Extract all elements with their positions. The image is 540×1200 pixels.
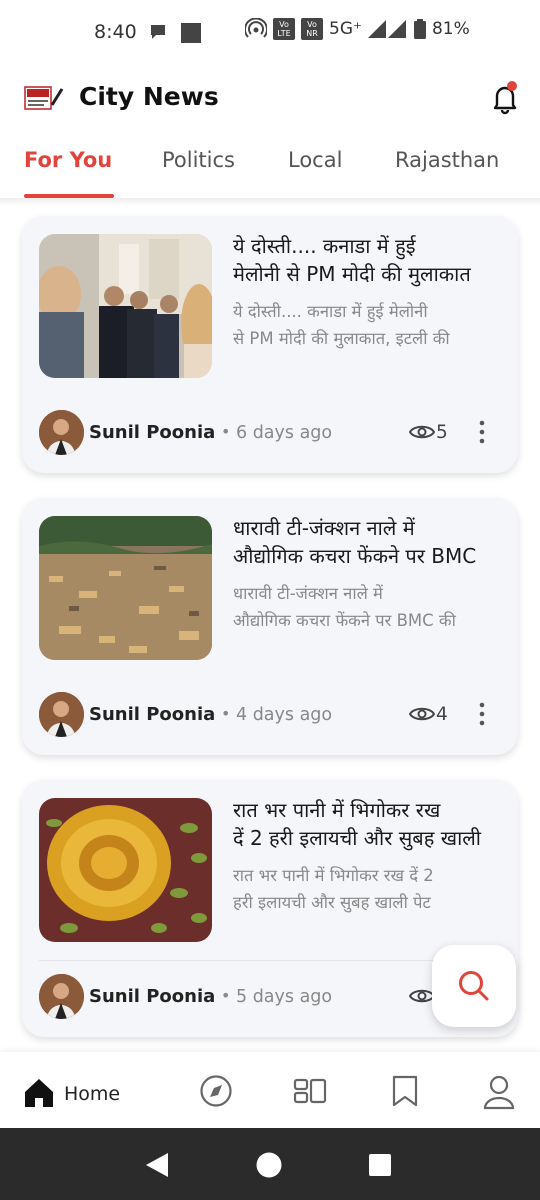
view-count: 4 [436,704,448,725]
meta-separator: • [221,986,231,1005]
categories-grid-icon[interactable] [293,1074,327,1108]
view-count: 5 [436,422,448,443]
nav-home[interactable]: Home [22,1074,142,1114]
publish-time: 5 days ago [236,987,333,1007]
publish-time: 4 days ago [236,705,333,725]
message-icon [151,25,165,39]
home-icon[interactable] [22,1076,56,1110]
article-summary: धारावी टी-जंक्शन नाले में औद्योगिक कचरा … [233,580,503,634]
bottom-navigation: Home [0,1052,540,1128]
tabs-shadow [0,198,540,206]
tab-for-you[interactable]: For You [24,148,112,172]
author-avatar[interactable] [39,974,84,1019]
home-circle-icon[interactable] [256,1152,282,1178]
tab-politics[interactable]: Politics [162,148,235,172]
meta-separator: • [221,704,231,723]
more-options-icon[interactable] [474,701,490,727]
recents-icon[interactable] [369,1154,391,1176]
author-avatar[interactable] [39,692,84,737]
headline-line[interactable]: औद्योगिक कचरा फेंकने पर BMC [233,542,503,570]
headline-line[interactable]: ये दोस्ती.... कनाडा में हुई [233,232,503,260]
eye-icon [409,425,435,439]
summary-line: ये दोस्ती.... कनाडा में हुई मेलोनी [233,302,428,321]
author-name[interactable]: Sunil Poonia [89,704,215,725]
signal-icon [367,20,406,38]
meta-separator: • [221,422,231,441]
notification-bell-icon[interactable] [487,80,523,116]
nav-home-label[interactable]: Home [64,1083,120,1105]
app-notification-icon [181,23,201,43]
search-fab[interactable] [432,945,516,1027]
eye-icon [409,707,435,721]
article-headline[interactable]: ये दोस्ती.... कनाडा में हुई मेलोनी से PM… [233,232,503,288]
publish-time: 6 days ago [236,423,333,443]
status-time: 8:40 [94,21,137,43]
battery-icon [413,19,426,39]
article-summary: रात भर पानी में भिगोकर रख दें 2 हरी इलाय… [233,862,503,916]
app-header: City News [0,68,540,130]
article-summary: ये दोस्ती.... कनाडा में हुई मेलोनी से PM… [233,298,503,352]
article-thumbnail[interactable] [39,516,212,660]
headline-line[interactable]: मेलोनी से PM मोदी की मुलाकात [233,260,503,288]
summary-line: धारावी टी-जंक्शन नाले में [233,584,383,603]
more-options-icon[interactable] [474,419,490,445]
city-news-logo [24,86,64,110]
back-icon[interactable] [144,1151,170,1179]
article-headline[interactable]: धारावी टी-जंक्शन नाले में औद्योगिक कचरा … [233,514,503,570]
article-card[interactable]: ये दोस्ती.... कनाडा में हुई मेलोनी से PM… [22,216,518,473]
summary-line: से PM मोदी की मुलाकात, इटली की [233,329,450,348]
headline-line[interactable]: धारावी टी-जंक्शन नाले में [233,514,503,542]
summary-line: हरी इलायची और सुबह खाली पेट [233,893,431,912]
system-navigation-bar [0,1128,540,1200]
article-thumbnail[interactable] [39,234,212,378]
author-name[interactable]: Sunil Poonia [89,986,215,1007]
author-avatar[interactable] [39,410,84,455]
summary-line: औद्योगिक कचरा फेंकने पर BMC की [233,611,456,630]
app-title: City News [79,82,219,111]
explore-compass-icon[interactable] [199,1074,233,1108]
article-thumbnail[interactable] [39,798,212,942]
search-icon[interactable] [456,968,492,1004]
bookmark-icon[interactable] [388,1074,422,1108]
headline-line[interactable]: रात भर पानी में भिगोकर रख [233,796,503,824]
status-bar: 8:40 Vo LTE Vo NR 5G⁺ 81% [0,0,540,68]
article-headline[interactable]: रात भर पानी में भिगोकर रख दें 2 हरी इलाय… [233,796,503,852]
article-card[interactable]: धारावी टी-जंक्शन नाले में औद्योगिक कचरा … [22,498,518,755]
summary-line: रात भर पानी में भिगोकर रख दें 2 [233,866,434,885]
tab-rajasthan[interactable]: Rajasthan [395,148,499,172]
volte2-badge: Vo NR [301,18,323,40]
author-name[interactable]: Sunil Poonia [89,422,215,443]
headline-line[interactable]: दें 2 हरी इलायची और सुबह खाली [233,824,503,852]
battery-percent: 81% [431,19,470,39]
category-tabs: For You Politics Local Rajasthan [0,130,540,200]
network-type: 5G⁺ [329,19,362,39]
profile-icon[interactable] [482,1074,516,1110]
tab-local[interactable]: Local [288,148,342,172]
volte1-badge: Vo LTE [273,18,295,40]
status-right: Vo LTE Vo NR 5G⁺ 81% [245,18,470,40]
hotspot-icon [245,18,267,38]
